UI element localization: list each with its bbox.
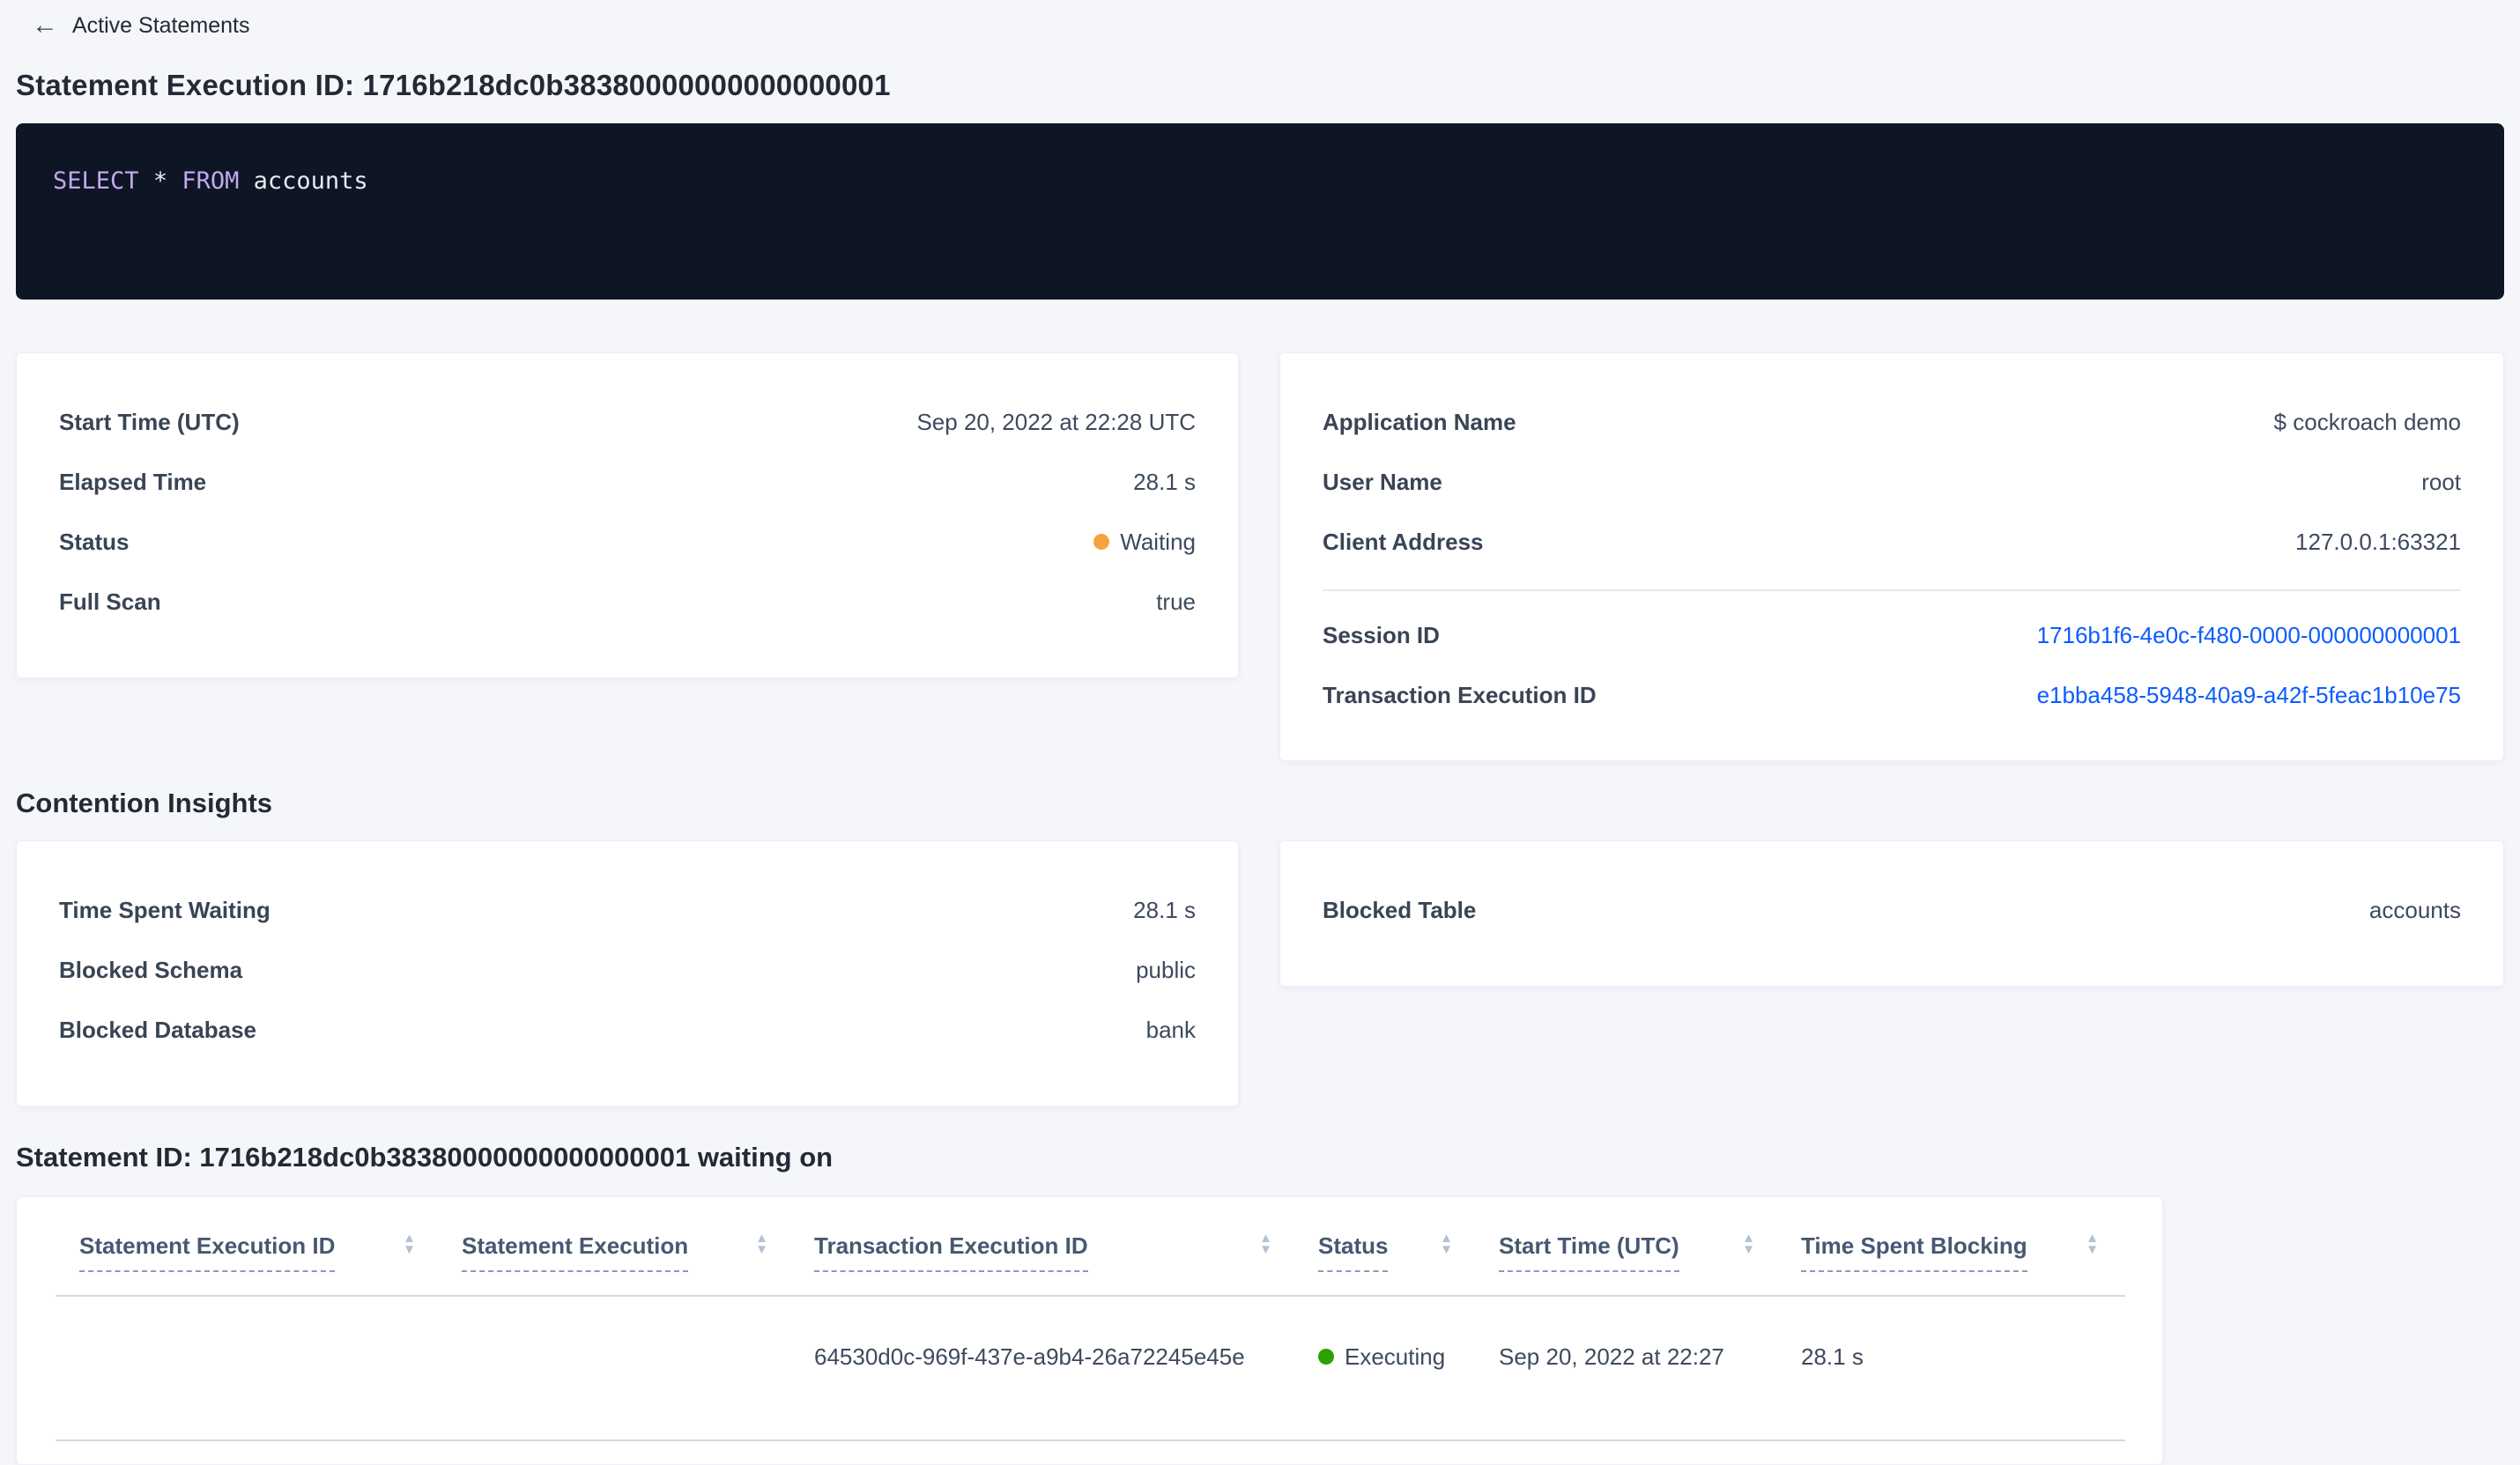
time-spent-waiting-label: Time Spent Waiting bbox=[59, 896, 271, 923]
cell-time-spent-blocking: 28.1 s bbox=[1801, 1343, 1864, 1370]
sort-icon[interactable]: ▲ ▼ bbox=[755, 1232, 768, 1256]
sort-icon[interactable]: ▲ ▼ bbox=[2086, 1232, 2099, 1256]
back-arrow-icon: ← bbox=[32, 11, 58, 40]
column-label[interactable]: Statement Execution ID bbox=[79, 1232, 336, 1272]
application-name-row: Application Name $ cockroach demo bbox=[1323, 392, 2461, 452]
contention-waiting-card: Time Spent Waiting 28.1 s Blocked Schema… bbox=[16, 840, 1239, 1106]
full-scan-label: Full Scan bbox=[59, 588, 161, 615]
column-label[interactable]: Time Spent Blocking bbox=[1801, 1232, 2027, 1272]
application-name-label: Application Name bbox=[1323, 408, 1516, 435]
column-label[interactable]: Transaction Execution ID bbox=[814, 1232, 1088, 1272]
status-value: Waiting bbox=[1093, 529, 1196, 556]
transaction-execution-id-link[interactable]: e1bba458-5948-40a9-a42f-5feac1b10e75 bbox=[2037, 682, 2461, 709]
session-details-card: Application Name $ cockroach demo User N… bbox=[1279, 352, 2504, 761]
transaction-execution-id-row: Transaction Execution ID e1bba458-5948-4… bbox=[1323, 665, 2461, 725]
cell-transaction-execution-id: 64530d0c-969f-437e-a9b4-26a72245e45e bbox=[814, 1343, 1245, 1370]
blocked-table-card: Blocked Table accounts bbox=[1279, 840, 2504, 987]
blocked-table-row: Blocked Table accounts bbox=[1323, 880, 2461, 940]
sort-icon[interactable]: ▲ ▼ bbox=[1440, 1232, 1453, 1256]
status-waiting-text: Waiting bbox=[1120, 528, 1196, 555]
client-address-row: Client Address 127.0.0.1:63321 bbox=[1323, 512, 2461, 572]
waiting-on-heading: Statement ID: 1716b218dc0b38380000000000… bbox=[16, 1142, 834, 1173]
contention-insights-heading: Contention Insights bbox=[16, 788, 273, 818]
status-waiting-dot-icon bbox=[1093, 534, 1110, 550]
column-header-statement-execution: Statement Execution ▲ ▼ bbox=[462, 1232, 814, 1272]
sort-icon[interactable]: ▲ ▼ bbox=[403, 1232, 416, 1256]
back-link[interactable]: ← Active Statements bbox=[16, 12, 2504, 39]
user-name-label: User Name bbox=[1323, 468, 1442, 495]
column-header-transaction-execution-id: Transaction Execution ID ▲ ▼ bbox=[814, 1232, 1318, 1272]
cell-start-time: Sep 20, 2022 at 22:27 bbox=[1499, 1343, 1724, 1370]
user-name-value: root bbox=[2421, 468, 2461, 495]
elapsed-time-value: 28.1 s bbox=[1133, 468, 1196, 495]
user-name-row: User Name root bbox=[1323, 452, 2461, 512]
column-header-start-time: Start Time (UTC) ▲ ▼ bbox=[1499, 1232, 1801, 1272]
contention-cards-row: Time Spent Waiting 28.1 s Blocked Schema… bbox=[16, 840, 2504, 1106]
session-id-link[interactable]: 1716b1f6-4e0c-f480-0000-000000000001 bbox=[2037, 622, 2461, 649]
column-header-statement-execution-id: Statement Execution ID ▲ ▼ bbox=[79, 1232, 462, 1272]
table-row: 64530d0c-969f-437e-a9b4-26a72245e45e Exe… bbox=[17, 1297, 2162, 1417]
blocked-schema-row: Blocked Schema public bbox=[59, 940, 1196, 1000]
sql-table-name: accounts bbox=[253, 167, 368, 195]
statement-execution-page: ← Active Statements Statement Execution … bbox=[0, 0, 2520, 1465]
sql-star: * bbox=[152, 167, 168, 195]
sql-keyword-from: FROM bbox=[182, 167, 240, 195]
blocked-schema-value: public bbox=[1136, 956, 1196, 983]
elapsed-time-row: Elapsed Time 28.1 s bbox=[59, 452, 1196, 512]
blocked-database-value: bank bbox=[1145, 1016, 1196, 1043]
status-row: Status Waiting bbox=[59, 512, 1196, 572]
sql-statement-box: SELECT * FROM accounts bbox=[16, 123, 2504, 300]
cell-status: Executing bbox=[1318, 1343, 1499, 1371]
status-label: Status bbox=[59, 528, 130, 555]
session-id-row: Session ID 1716b1f6-4e0c-f480-0000-00000… bbox=[1323, 605, 2461, 665]
status-executing-dot-icon bbox=[1318, 1349, 1334, 1365]
waiting-on-table: Statement Execution ID ▲ ▼ Statement Exec… bbox=[16, 1196, 2163, 1465]
full-scan-value: true bbox=[1156, 588, 1196, 615]
elapsed-time-label: Elapsed Time bbox=[59, 468, 207, 495]
column-label[interactable]: Status bbox=[1318, 1232, 1389, 1272]
blocked-schema-label: Blocked Schema bbox=[59, 956, 243, 983]
sort-icon[interactable]: ▲ ▼ bbox=[1259, 1232, 1272, 1256]
start-time-value: Sep 20, 2022 at 22:28 UTC bbox=[916, 408, 1196, 435]
details-cards-row: Start Time (UTC) Sep 20, 2022 at 22:28 U… bbox=[16, 352, 2504, 761]
table-bottom-divider bbox=[56, 1439, 2125, 1441]
blocked-table-value: accounts bbox=[2368, 896, 2461, 923]
session-id-label: Session ID bbox=[1323, 621, 1440, 648]
client-address-label: Client Address bbox=[1323, 528, 1484, 555]
client-address-value: 127.0.0.1:63321 bbox=[2295, 528, 2461, 555]
column-header-time-spent-blocking: Time Spent Blocking ▲ ▼ bbox=[1801, 1232, 2145, 1272]
table-header-row: Statement Execution ID ▲ ▼ Statement Exec… bbox=[17, 1232, 2162, 1272]
card-divider bbox=[1323, 589, 2461, 591]
column-header-status: Status ▲ ▼ bbox=[1318, 1232, 1499, 1272]
transaction-execution-id-label: Transaction Execution ID bbox=[1323, 681, 1597, 708]
page-title: Statement Execution ID: 1716b218dc0b3838… bbox=[16, 69, 891, 101]
sort-icon[interactable]: ▲ ▼ bbox=[1742, 1232, 1755, 1256]
start-time-row: Start Time (UTC) Sep 20, 2022 at 22:28 U… bbox=[59, 392, 1196, 452]
blocked-database-row: Blocked Database bank bbox=[59, 1000, 1196, 1060]
status-executing-text: Executing bbox=[1345, 1343, 1446, 1370]
execution-details-card: Start Time (UTC) Sep 20, 2022 at 22:28 U… bbox=[16, 352, 1239, 678]
blocked-database-label: Blocked Database bbox=[59, 1016, 256, 1043]
time-spent-waiting-row: Time Spent Waiting 28.1 s bbox=[59, 880, 1196, 940]
sql-keyword-select: SELECT bbox=[53, 167, 139, 195]
start-time-label: Start Time (UTC) bbox=[59, 408, 240, 435]
column-label[interactable]: Statement Execution bbox=[462, 1232, 689, 1272]
application-name-value: $ cockroach demo bbox=[2273, 408, 2461, 435]
back-link-label: Active Statements bbox=[72, 12, 250, 38]
full-scan-row: Full Scan true bbox=[59, 572, 1196, 632]
column-label[interactable]: Start Time (UTC) bbox=[1499, 1232, 1679, 1272]
time-spent-waiting-value: 28.1 s bbox=[1133, 896, 1196, 923]
blocked-table-label: Blocked Table bbox=[1323, 896, 1477, 923]
